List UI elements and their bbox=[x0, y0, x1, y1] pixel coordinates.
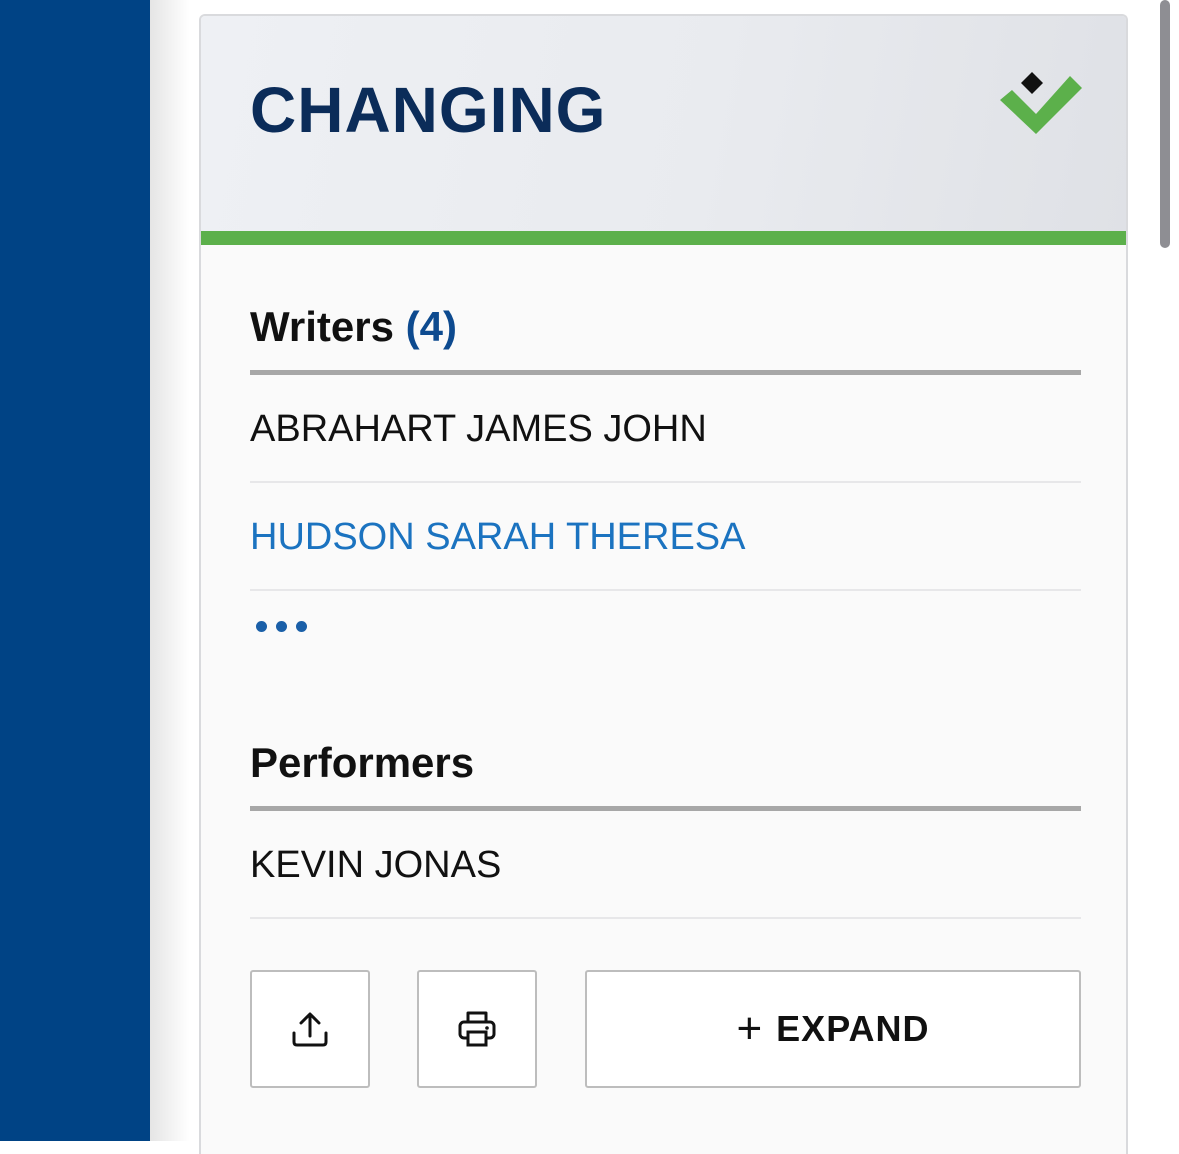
print-icon bbox=[458, 1011, 496, 1047]
share-button[interactable] bbox=[250, 970, 370, 1088]
dot bbox=[256, 621, 267, 632]
row-divider bbox=[250, 917, 1081, 919]
performer-row: KEVIN JONAS bbox=[250, 844, 502, 886]
dot bbox=[276, 621, 287, 632]
ellipsis-icon[interactable] bbox=[256, 621, 307, 632]
expand-button[interactable]: + EXPAND bbox=[585, 970, 1081, 1088]
plus-icon: + bbox=[736, 1004, 763, 1053]
check-icon bbox=[1000, 72, 1082, 134]
row-divider bbox=[250, 481, 1081, 483]
expand-label: EXPAND bbox=[776, 1008, 930, 1049]
writers-count: (4) bbox=[405, 303, 457, 350]
writer-row: ABRAHART JAMES JOHN bbox=[250, 408, 707, 450]
share-icon bbox=[292, 1012, 328, 1047]
performers-divider bbox=[250, 806, 1081, 811]
writers-heading-label: Writers bbox=[250, 303, 394, 350]
print-button[interactable] bbox=[417, 970, 537, 1088]
status-stripe bbox=[201, 231, 1126, 245]
scrollbar[interactable] bbox=[1160, 0, 1170, 248]
row-divider bbox=[250, 589, 1081, 591]
dot bbox=[296, 621, 307, 632]
writers-divider bbox=[250, 370, 1081, 375]
writer-link[interactable]: HUDSON SARAH THERESA bbox=[250, 518, 1081, 556]
performers-heading: Performers bbox=[250, 739, 475, 786]
writers-heading: Writers (4) bbox=[250, 306, 457, 348]
left-sidebar bbox=[0, 0, 150, 1141]
card-header: CHANGING bbox=[201, 16, 1126, 231]
sidebar-shadow bbox=[150, 0, 190, 1141]
work-card: CHANGING Writers (4) ABRAHART JAMES JOHN… bbox=[199, 14, 1128, 1154]
work-title: CHANGING bbox=[250, 74, 607, 146]
